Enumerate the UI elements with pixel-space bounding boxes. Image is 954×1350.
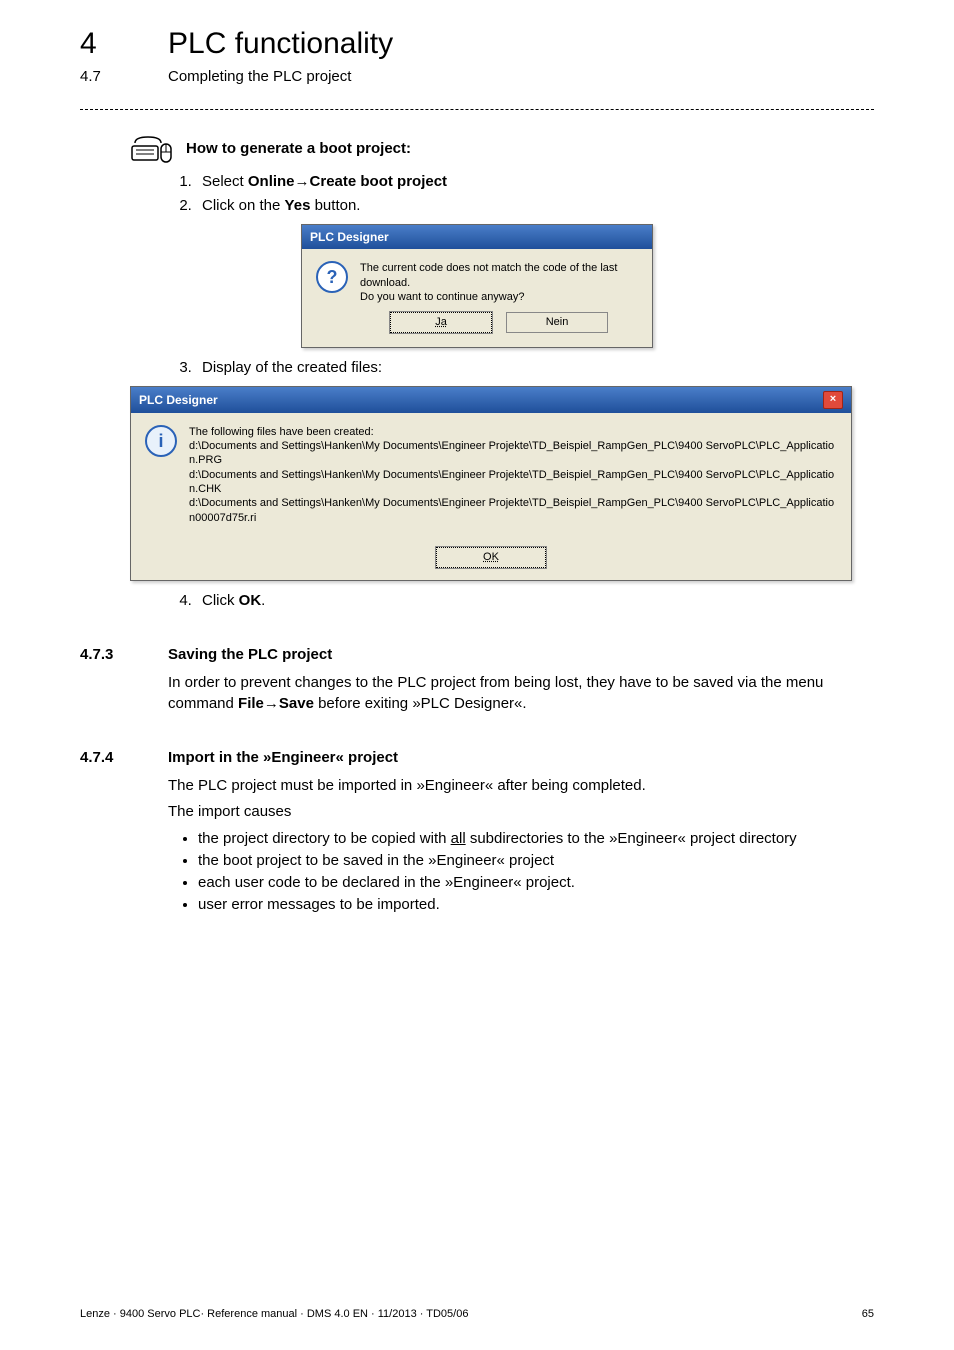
dialog2-title: PLC Designer xyxy=(139,392,218,408)
keyboard-mouse-icon xyxy=(130,134,174,164)
dialog2-message: The following files have been created: d… xyxy=(189,425,837,525)
step-4-suffix: . xyxy=(261,592,265,609)
ok-button[interactable]: OK xyxy=(436,547,546,568)
yes-button[interactable]: Ja xyxy=(390,312,492,332)
step-1-bold2: Create boot project xyxy=(310,173,448,190)
dialog2-titlebar: PLC Designer × xyxy=(131,387,851,413)
section-474-title: Import in the »Engineer« project xyxy=(168,748,398,768)
question-icon: ? xyxy=(316,261,348,293)
bullet-2: the boot project to be saved in the »Eng… xyxy=(198,851,874,871)
section-number: 4.7 xyxy=(80,67,120,87)
p473-bold2: Save xyxy=(279,695,314,712)
p473-bold1: File xyxy=(238,695,264,712)
dialog2-path-2: d:\Documents and Settings\Hanken\My Docu… xyxy=(189,468,837,497)
b1-pre: the project directory to be copied with xyxy=(198,830,451,847)
bullet-3: each user code to be declared in the »En… xyxy=(198,873,874,893)
page-number: 65 xyxy=(862,1307,874,1322)
close-icon[interactable]: × xyxy=(823,391,843,409)
dialog-message: The current code does not match the code… xyxy=(360,261,638,332)
step-4-bold: OK xyxy=(239,592,262,609)
step-2-bold: Yes xyxy=(285,197,311,214)
divider xyxy=(80,109,874,110)
step-4-prefix: Click xyxy=(202,592,239,609)
p474-2: The import causes xyxy=(168,802,874,822)
bullet-1: the project directory to be copied with … xyxy=(198,829,874,849)
p473-post: before exiting »PLC Designer«. xyxy=(314,695,527,712)
arrow-icon: → xyxy=(295,173,310,190)
step-2: Click on the Yes button. xyxy=(196,196,874,216)
section-473-paragraph: In order to prevent changes to the PLC p… xyxy=(168,673,874,714)
section-473-title: Saving the PLC project xyxy=(168,645,332,665)
dialog-confirm: PLC Designer ? The current code does not… xyxy=(301,224,653,347)
step-2-text: Click on the xyxy=(202,197,285,214)
dialog-line1: The current code does not match the code… xyxy=(360,261,638,290)
info-icon: i xyxy=(145,425,177,457)
arrow-icon: → xyxy=(264,695,279,712)
dialog2-path-1: d:\Documents and Settings\Hanken\My Docu… xyxy=(189,439,837,468)
chapter-number: 4 xyxy=(80,24,120,65)
step-1: Select Online→Create boot project xyxy=(196,172,874,192)
section-474-number: 4.7.4 xyxy=(80,748,132,768)
dialog-line2: Do you want to continue anyway? xyxy=(360,290,638,304)
b1-underline: all xyxy=(451,830,466,847)
footer-left: Lenze · 9400 Servo PLC· Reference manual… xyxy=(80,1307,468,1322)
bullet-4: user error messages to be imported. xyxy=(198,895,874,915)
dialog2-path-3: d:\Documents and Settings\Hanken\My Docu… xyxy=(189,496,837,525)
step-1-bold1: Online xyxy=(248,173,295,190)
step-2-suffix: button. xyxy=(310,197,360,214)
step-3: Display of the created files: xyxy=(196,358,874,378)
dialog-title: PLC Designer xyxy=(310,229,389,245)
b1-post: subdirectories to the »Engineer« project… xyxy=(466,830,797,847)
p474-1: The PLC project must be imported in »Eng… xyxy=(168,776,874,796)
section-title: Completing the PLC project xyxy=(168,67,351,87)
dialog-files-created: PLC Designer × i The following files hav… xyxy=(130,386,852,581)
step-1-text: Select xyxy=(202,173,248,190)
no-button[interactable]: Nein xyxy=(506,312,608,332)
step-3-text: Display of the created files: xyxy=(202,359,382,376)
section-473-number: 4.7.3 xyxy=(80,645,132,665)
dialog-titlebar: PLC Designer xyxy=(302,225,652,249)
howto-heading: How to generate a boot project: xyxy=(186,139,411,159)
chapter-title: PLC functionality xyxy=(168,24,393,65)
dialog2-intro: The following files have been created: xyxy=(189,425,837,439)
step-4: Click OK. xyxy=(196,591,874,611)
